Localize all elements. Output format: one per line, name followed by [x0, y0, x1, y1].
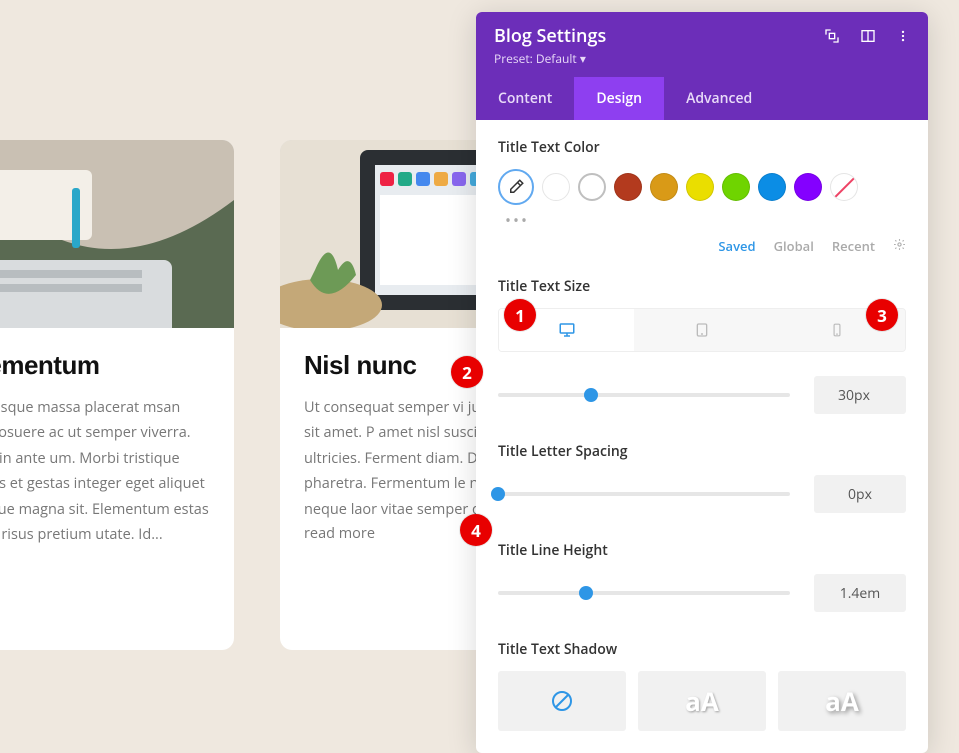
swatch-white[interactable] [578, 173, 606, 201]
line-height-input[interactable] [814, 574, 906, 612]
filter-recent[interactable]: Recent [832, 237, 875, 255]
more-icon[interactable] [896, 29, 910, 43]
gear-icon[interactable] [893, 237, 906, 255]
callout-2: 2 [451, 356, 483, 388]
swatch-black[interactable] [542, 173, 570, 201]
swatch-yellow[interactable] [686, 173, 714, 201]
card-title: s elementum [0, 350, 210, 381]
swatch-orange[interactable] [650, 173, 678, 201]
swatch-blue[interactable] [758, 173, 786, 201]
shadow-section-label: Title Text Shadow [498, 640, 906, 659]
tab-content[interactable]: Content [476, 77, 574, 120]
preset-selector[interactable]: Preset: Default ▾ [476, 50, 928, 77]
shadow-option-2[interactable]: aA [778, 671, 906, 731]
callout-4: 4 [460, 514, 492, 546]
drag-icon[interactable] [824, 28, 840, 44]
color-section-label: Title Text Color [498, 138, 906, 157]
letter-spacing-input[interactable] [814, 475, 906, 513]
shadow-option-1[interactable]: aA [638, 671, 766, 731]
settings-panel: Blog Settings Preset: Default ▾ C [476, 12, 928, 753]
line-height-slider[interactable] [498, 591, 790, 595]
card-image [0, 140, 234, 328]
letter-spacing-slider[interactable] [498, 492, 790, 496]
panel-title: Blog Settings [494, 24, 606, 48]
size-section-label: Title Text Size [498, 277, 906, 296]
more-swatches-icon[interactable]: ••• [505, 209, 906, 231]
card-excerpt: pellentesque massa placerat msan tortor … [0, 395, 210, 547]
tab-advanced[interactable]: Advanced [664, 77, 774, 120]
callout-3: 3 [866, 299, 898, 331]
swatch-red[interactable] [614, 173, 642, 201]
filter-saved[interactable]: Saved [718, 237, 755, 255]
lineheight-section-label: Title Line Height [498, 541, 906, 560]
panel-header: Blog Settings Preset: Default ▾ C [476, 12, 928, 120]
shadow-options: aA aA [498, 671, 906, 731]
shadow-option-none[interactable] [498, 671, 626, 731]
eyedropper-button[interactable] [498, 169, 534, 205]
callout-1: 1 [504, 299, 536, 331]
text-size-input[interactable] [814, 376, 906, 414]
swatch-transparent[interactable] [830, 173, 858, 201]
panel-tabs: Content Design Advanced [476, 77, 928, 120]
device-tab-tablet[interactable] [634, 309, 769, 351]
device-tabs [498, 308, 906, 352]
spacing-section-label: Title Letter Spacing [498, 442, 906, 461]
text-size-slider[interactable] [498, 393, 790, 397]
swatch-green[interactable] [722, 173, 750, 201]
swatch-purple[interactable] [794, 173, 822, 201]
tab-design[interactable]: Design [574, 77, 664, 120]
filter-global[interactable]: Global [774, 237, 814, 255]
color-swatches [498, 169, 906, 205]
blog-card: s elementum pellentesque massa placerat … [0, 140, 234, 650]
columns-icon[interactable] [860, 28, 876, 44]
